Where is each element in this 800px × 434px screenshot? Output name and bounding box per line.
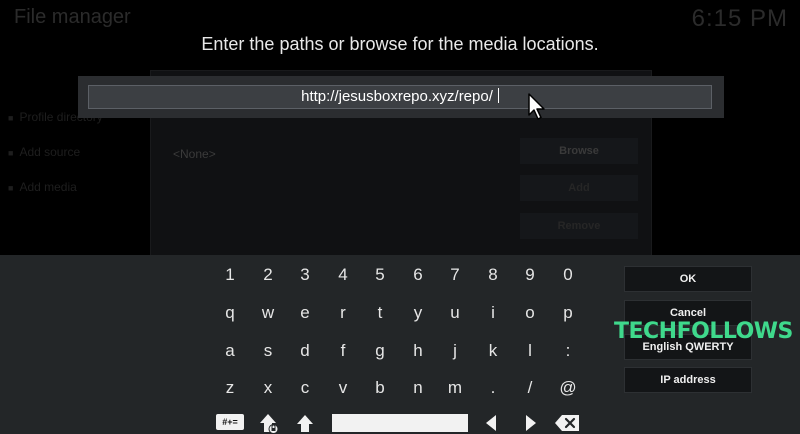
key-slash[interactable]: / bbox=[513, 373, 547, 403]
key-t[interactable]: t bbox=[363, 298, 397, 328]
key-n[interactable]: n bbox=[401, 373, 435, 403]
key-e[interactable]: e bbox=[288, 298, 322, 328]
key-g[interactable]: g bbox=[363, 336, 397, 366]
background-add-button: Add bbox=[520, 175, 638, 201]
shift-lock-icon[interactable] bbox=[254, 412, 284, 434]
key-f[interactable]: f bbox=[326, 336, 360, 366]
kodi-screen: File manager 6:15 PM Profile directory A… bbox=[0, 0, 800, 434]
key-s[interactable]: s bbox=[251, 336, 285, 366]
key-k[interactable]: k bbox=[476, 336, 510, 366]
key-a[interactable]: a bbox=[213, 336, 247, 366]
backspace-icon[interactable] bbox=[552, 412, 582, 434]
key-p[interactable]: p bbox=[551, 298, 585, 328]
key-at[interactable]: @ bbox=[551, 373, 585, 403]
symbols-key[interactable]: #+= bbox=[216, 414, 244, 430]
key-4[interactable]: 4 bbox=[326, 260, 360, 290]
key-8[interactable]: 8 bbox=[476, 260, 510, 290]
key-7[interactable]: 7 bbox=[438, 260, 472, 290]
key-z[interactable]: z bbox=[213, 373, 247, 403]
key-l[interactable]: l bbox=[513, 336, 547, 366]
key-colon[interactable]: : bbox=[551, 336, 585, 366]
key-9[interactable]: 9 bbox=[513, 260, 547, 290]
path-input[interactable]: http://jesusboxrepo.xyz/repo/ bbox=[88, 85, 712, 109]
background-window-title: File manager bbox=[14, 6, 131, 28]
key-c[interactable]: c bbox=[288, 373, 322, 403]
key-period[interactable]: . bbox=[476, 373, 510, 403]
background-source-placeholder: <None> bbox=[173, 147, 216, 161]
key-5[interactable]: 5 bbox=[363, 260, 397, 290]
key-j[interactable]: j bbox=[438, 336, 472, 366]
arrow-left-icon[interactable] bbox=[476, 412, 506, 434]
key-0[interactable]: 0 bbox=[551, 260, 585, 290]
key-m[interactable]: m bbox=[438, 373, 472, 403]
background-list-item: Add media bbox=[8, 180, 76, 194]
background-remove-button: Remove bbox=[520, 213, 638, 239]
key-o[interactable]: o bbox=[513, 298, 547, 328]
arrow-right-icon[interactable] bbox=[516, 412, 546, 434]
ip-address-button[interactable]: IP address bbox=[624, 367, 752, 393]
text-cursor bbox=[497, 88, 499, 103]
key-q[interactable]: q bbox=[213, 298, 247, 328]
background-clock: 6:15 PM bbox=[691, 5, 788, 32]
key-2[interactable]: 2 bbox=[251, 260, 285, 290]
key-r[interactable]: r bbox=[326, 298, 360, 328]
key-d[interactable]: d bbox=[288, 336, 322, 366]
dialog-prompt: Enter the paths or browse for the media … bbox=[201, 34, 599, 54]
watermark-logo: TECHFOLLOWS bbox=[614, 319, 793, 344]
shift-icon[interactable] bbox=[290, 412, 320, 434]
key-v[interactable]: v bbox=[326, 373, 360, 403]
ok-button[interactable]: OK bbox=[624, 266, 752, 292]
key-u[interactable]: u bbox=[438, 298, 472, 328]
background-list-item: Add source bbox=[8, 145, 80, 159]
key-1[interactable]: 1 bbox=[213, 260, 247, 290]
key-3[interactable]: 3 bbox=[288, 260, 322, 290]
space-bar[interactable] bbox=[332, 414, 468, 432]
key-6[interactable]: 6 bbox=[401, 260, 435, 290]
path-input-value: http://jesusboxrepo.xyz/repo/ bbox=[301, 88, 493, 105]
key-x[interactable]: x bbox=[251, 373, 285, 403]
mouse-pointer-icon bbox=[528, 93, 545, 120]
background-browse-button: Browse bbox=[520, 138, 638, 164]
key-w[interactable]: w bbox=[251, 298, 285, 328]
key-y[interactable]: y bbox=[401, 298, 435, 328]
key-h[interactable]: h bbox=[401, 336, 435, 366]
key-b[interactable]: b bbox=[363, 373, 397, 403]
key-i[interactable]: i bbox=[476, 298, 510, 328]
